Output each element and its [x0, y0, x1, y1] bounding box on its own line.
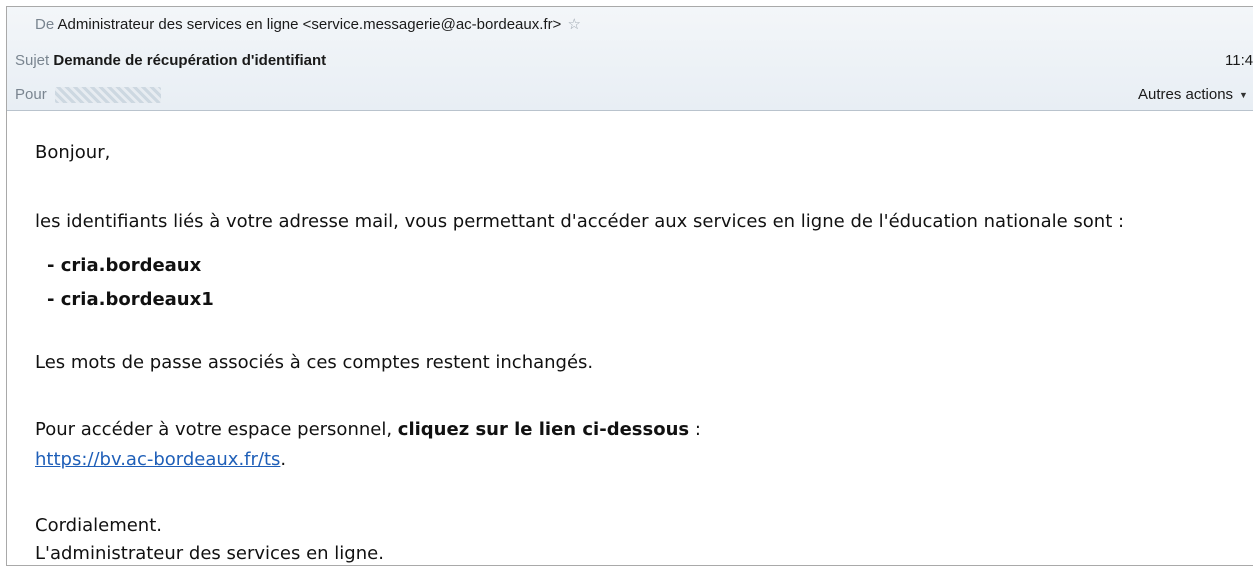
access-colon: : [689, 419, 701, 440]
identifier-item: - cria.bordeaux1 [47, 289, 214, 310]
message-time: 11:46 [1225, 52, 1253, 69]
passwords-note: Les mots de passe associés à ces comptes… [35, 352, 594, 373]
chevron-down-icon: ▼ [1239, 90, 1248, 101]
access-instruction: Pour accéder à votre espace personnel, c… [35, 418, 701, 442]
subject-label: Sujet [15, 52, 50, 69]
subject-row: Sujet Demande de récupération d'identifi… [15, 47, 1253, 75]
identifiers-intro: les identifiants liés à votre adresse ma… [35, 211, 1125, 232]
access-intro: Pour accéder à votre espace personnel, [35, 419, 398, 440]
recipient-redacted [54, 87, 161, 104]
access-link[interactable]: https://bv.ac-bordeaux.fr/ts [35, 449, 280, 470]
message-body: Bonjour, les identifiants liés à votre a… [7, 111, 1253, 571]
from-row: De Administrateur des services en ligne … [35, 11, 1253, 39]
from-label: De [35, 16, 55, 33]
to-row: Pour [15, 81, 1253, 109]
link-period: . [280, 449, 287, 470]
from-value[interactable]: Administrateur des services en ligne <se… [58, 16, 562, 33]
to-label: Pour [15, 86, 47, 103]
access-bold: cliquez sur le lien ci-dessous [397, 419, 690, 440]
email-header: De Administrateur des services en ligne … [7, 7, 1253, 111]
star-icon[interactable]: ☆ [568, 11, 581, 39]
closing: Cordialement. [35, 515, 162, 536]
more-actions-button[interactable]: Autres actions ▼ [1138, 81, 1248, 109]
greeting: Bonjour, [35, 142, 111, 163]
email-viewer: De Administrateur des services en ligne … [6, 6, 1253, 566]
link-line: https://bv.ac-bordeaux.fr/ts. [35, 448, 286, 472]
signature: L'administrateur des services en ligne. [35, 543, 384, 564]
more-actions-label: Autres actions [1138, 86, 1234, 103]
subject-value: Demande de récupération d'identifiant [53, 52, 327, 69]
identifier-item: - cria.bordeaux [47, 255, 202, 276]
